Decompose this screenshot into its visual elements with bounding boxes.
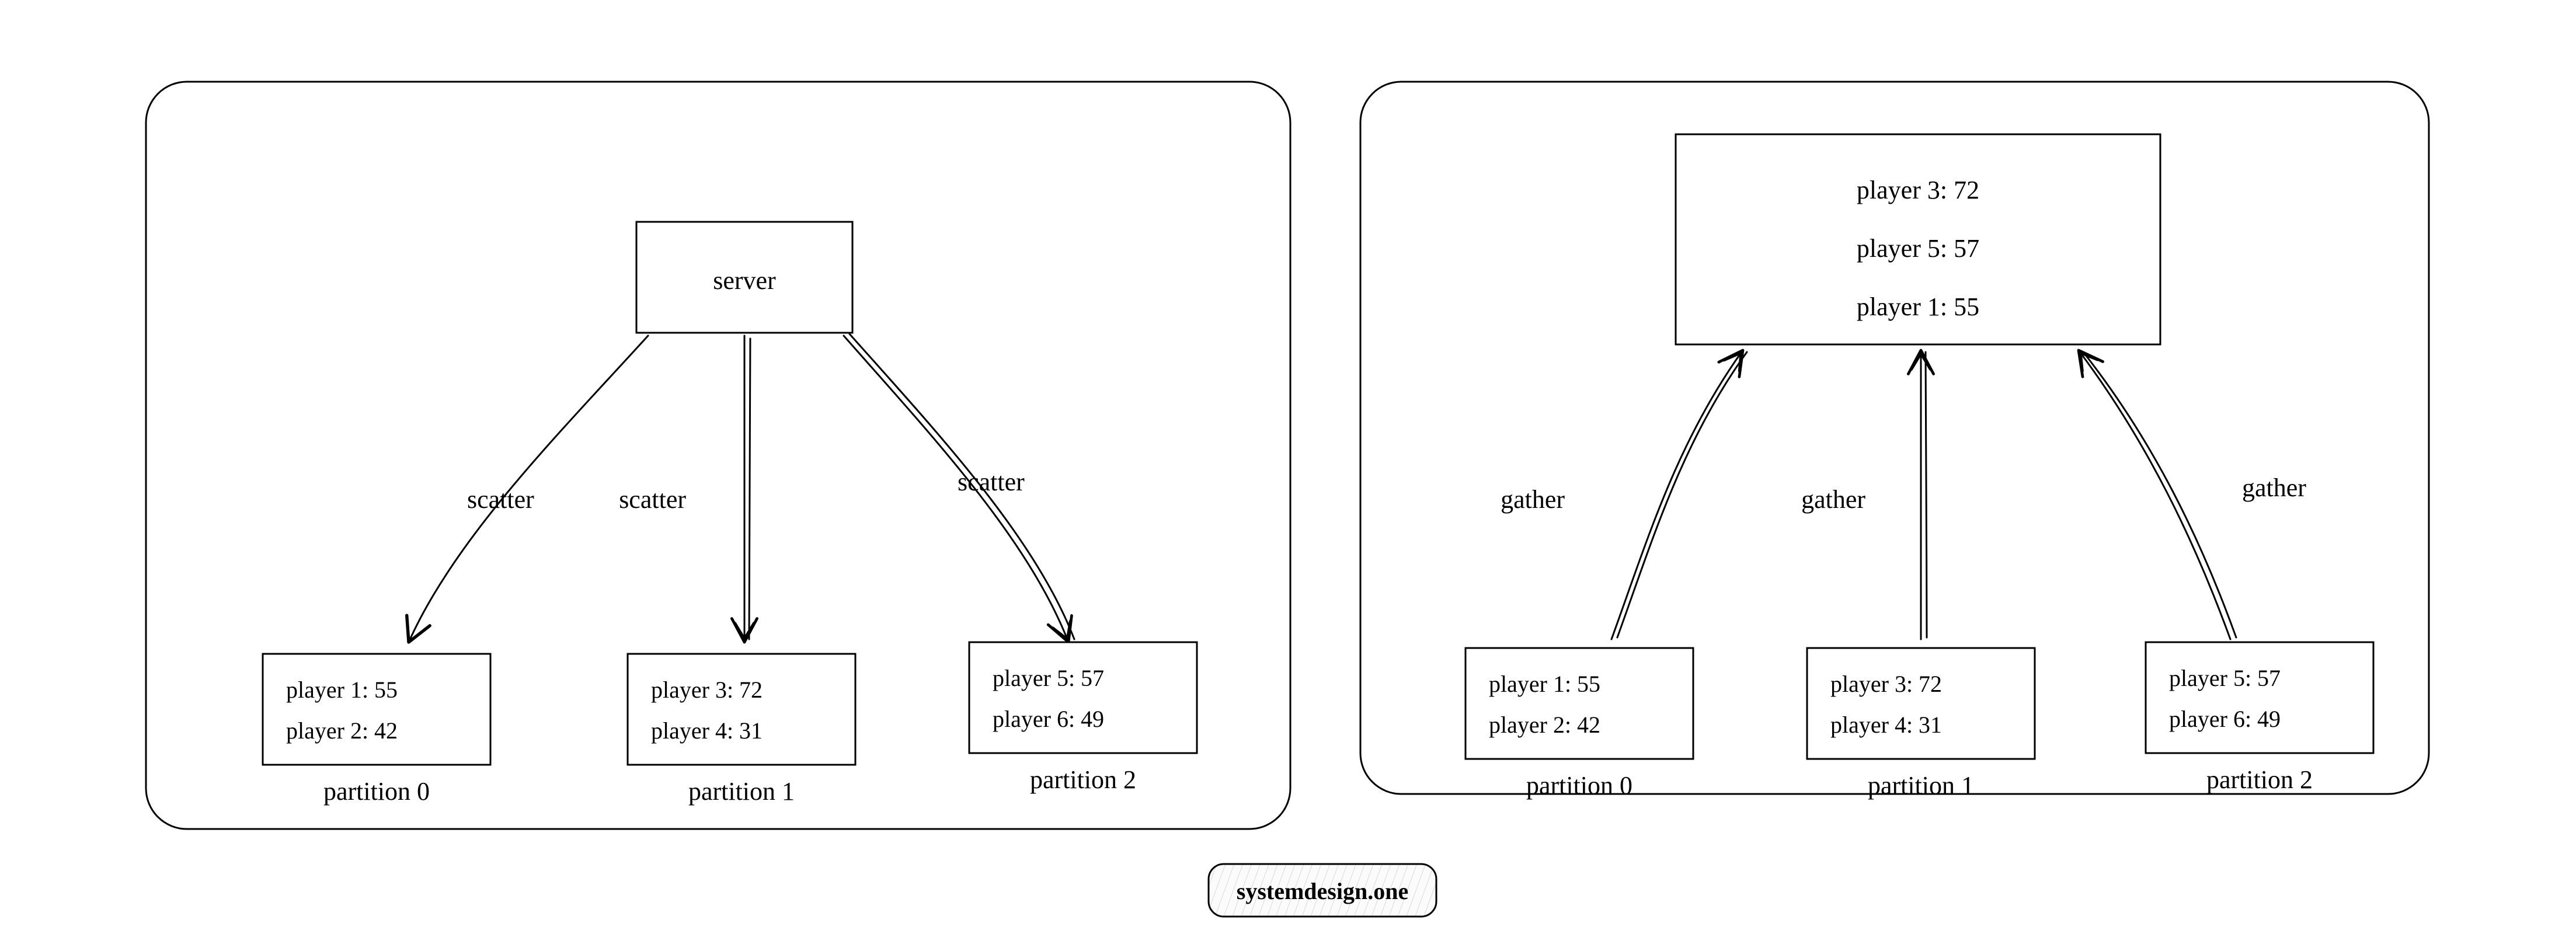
server-node: server: [636, 222, 852, 333]
watermark-text: systemdesign.one: [1237, 878, 1408, 904]
left-p2-line1: player 6: 49: [993, 706, 1104, 732]
right-p0-label: partition 0: [1526, 771, 1632, 800]
right-p1-line0: player 3: 72: [1830, 671, 1942, 697]
right-p1-label: partition 1: [1868, 771, 1974, 800]
gather-panel: player 3: 72 player 5: 57 player 1: 55 g…: [1360, 82, 2429, 800]
diagram-canvas: server scatter scatter scatter player 1:…: [0, 0, 2576, 951]
left-p1-label: partition 1: [688, 777, 795, 806]
left-p0-label: partition 0: [323, 777, 430, 806]
gather-label-2: gather: [2242, 473, 2306, 502]
left-p2-label: partition 2: [1030, 765, 1136, 794]
result-line1: player 5: 57: [1857, 234, 1979, 263]
scatter-label-0: scatter: [467, 485, 534, 514]
watermark-badge: systemdesign.one: [1209, 864, 1436, 917]
left-p0-line0: player 1: 55: [286, 677, 398, 703]
left-p1-line0: player 3: 72: [651, 677, 763, 703]
left-p0-line1: player 2: 42: [286, 717, 398, 744]
right-p2-label: partition 2: [2206, 765, 2313, 794]
result-node: player 3: 72 player 5: 57 player 1: 55: [1676, 134, 2160, 344]
right-p2-line1: player 6: 49: [2169, 706, 2281, 732]
scatter-panel: server scatter scatter scatter player 1:…: [146, 82, 1290, 829]
result-line0: player 3: 72: [1857, 176, 1979, 204]
left-p2-line0: player 5: 57: [993, 665, 1104, 691]
left-p1-line1: player 4: 31: [651, 717, 763, 744]
server-label: server: [713, 266, 776, 295]
right-p0-line0: player 1: 55: [1489, 671, 1600, 697]
result-line2: player 1: 55: [1857, 292, 1979, 321]
scatter-label-1: scatter: [619, 485, 686, 514]
right-p2-line0: player 5: 57: [2169, 665, 2281, 691]
right-p1-line1: player 4: 31: [1830, 712, 1942, 738]
gather-label-0: gather: [1501, 485, 1565, 514]
gather-label-1: gather: [1801, 485, 1865, 514]
right-p0-line1: player 2: 42: [1489, 712, 1600, 738]
scatter-label-2: scatter: [958, 468, 1025, 496]
